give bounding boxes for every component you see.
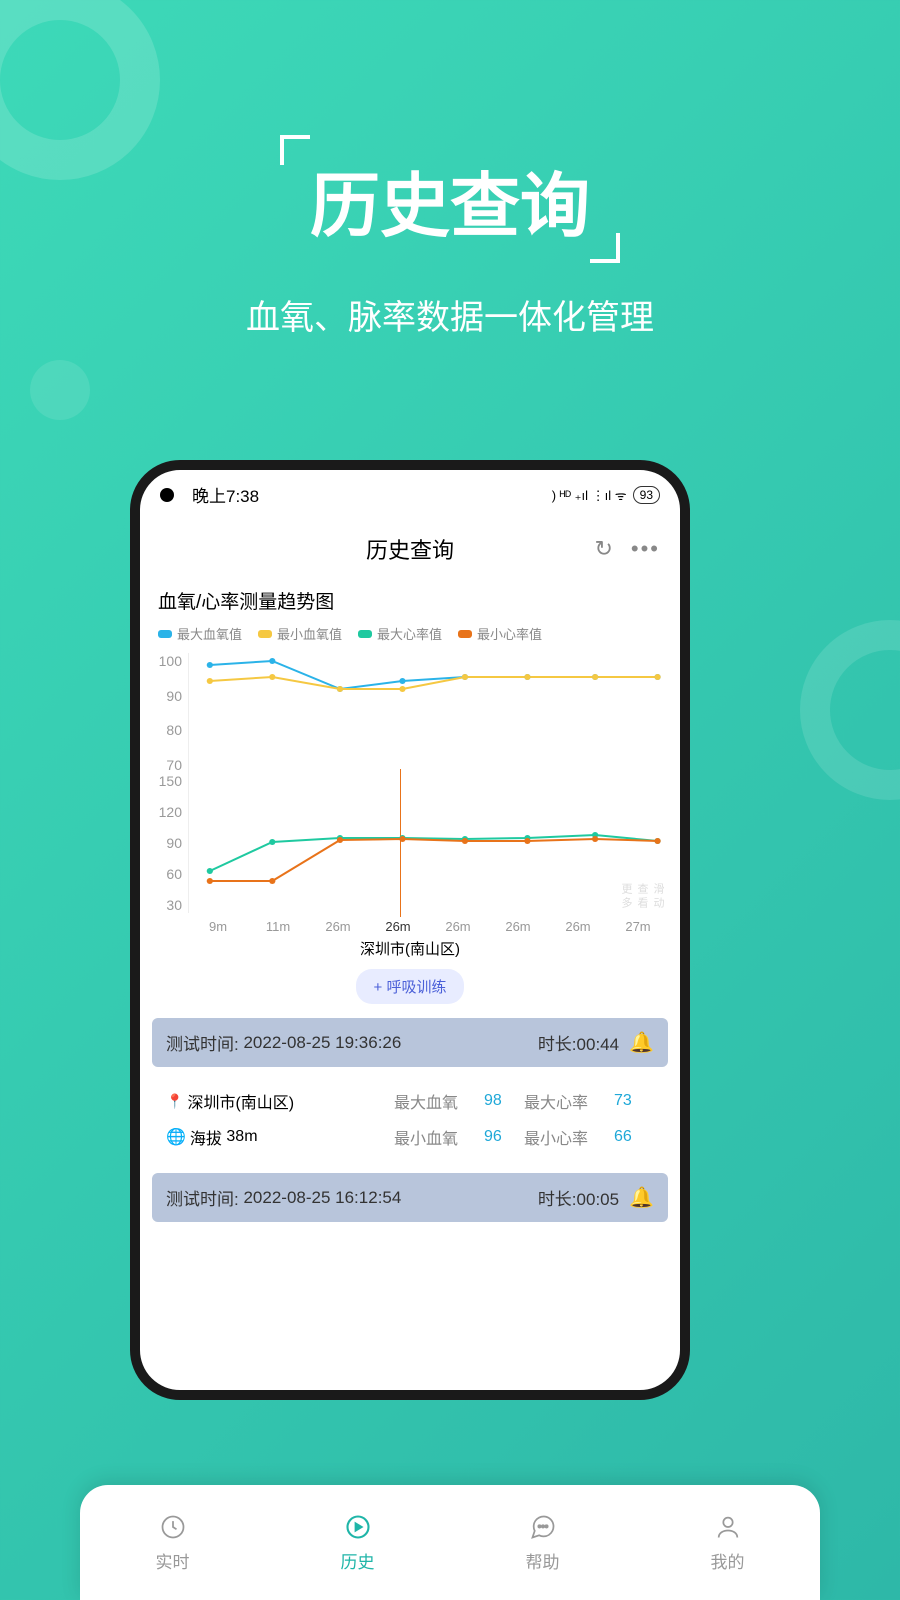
history-icon — [344, 1512, 372, 1542]
background-decoration — [800, 620, 900, 800]
tab-history[interactable]: 历史 — [265, 1485, 450, 1600]
bell-icon: 🔔 — [629, 1185, 654, 1210]
clock-icon — [159, 1512, 187, 1542]
hero-title-wrap: 历史查询 — [0, 150, 900, 251]
signal-icon: ) ᴴᴰ ₊ıl ⋮ıl ᯤ — [552, 486, 627, 504]
background-decoration — [30, 360, 90, 420]
x-axis: 9m 11m 26m 26m 26m 26m 26m 27m — [152, 919, 668, 934]
camera-dot — [160, 488, 174, 502]
share-icon[interactable]: ↻ — [594, 536, 612, 562]
altitude-icon: 🌐 — [166, 1127, 186, 1147]
heartrate-chart[interactable] — [188, 773, 668, 913]
chat-icon — [529, 1512, 557, 1542]
chart-card: 血氧/心率测量趋势图 最大血氧值 最小血氧值 最大心率值 最小心率值 10090… — [140, 583, 680, 1004]
history-detail: 📍 深圳市(南山区) 最大血氧 98 最大心率 73 🌐 海拔 38m 最小血氧… — [152, 1073, 668, 1165]
chart-title: 血氧/心率测量趋势图 — [152, 583, 668, 624]
tab-bar: 实时 历史 帮助 我的 — [80, 1485, 820, 1600]
status-icons: ) ᴴᴰ ₊ıl ⋮ıl ᯤ 93 — [552, 486, 660, 504]
bell-icon: 🔔 — [629, 1030, 654, 1055]
battery-icon: 93 — [633, 486, 660, 504]
tab-profile[interactable]: 我的 — [635, 1485, 820, 1600]
tab-realtime[interactable]: 实时 — [80, 1485, 265, 1600]
chart-legend: 最大血氧值 最小血氧值 最大心率值 最小心率值 — [152, 624, 668, 653]
status-bar: 晚上7:38 ) ᴴᴰ ₊ıl ⋮ıl ᯤ 93 — [140, 470, 680, 515]
hero-subtitle: 血氧、脉率数据一体化管理 — [0, 290, 900, 339]
phone-frame: 晚上7:38 ) ᴴᴰ ₊ıl ⋮ıl ᯤ 93 历史查询 ↻ ••• 血氧/心… — [130, 460, 690, 1400]
tab-help[interactable]: 帮助 — [450, 1485, 635, 1600]
app-header: 历史查询 ↻ ••• — [140, 515, 680, 583]
hero-title: 历史查询 — [310, 150, 590, 251]
breathing-training-button[interactable]: + 呼吸训练 — [356, 969, 465, 1004]
more-icon[interactable]: ••• — [631, 536, 660, 562]
status-time: 晚上7:38 — [174, 482, 552, 507]
history-header[interactable]: 测试时间: 2022-08-25 16:12:54 时长:00:05 🔔 — [152, 1173, 668, 1222]
chart-location: 深圳市(南山区) — [152, 938, 668, 959]
user-icon — [714, 1512, 742, 1542]
location-pin-icon: 📍 — [166, 1093, 183, 1110]
history-header[interactable]: 测试时间: 2022-08-25 19:36:26 时长:00:44 🔔 — [152, 1018, 668, 1067]
oxygen-chart[interactable] — [188, 653, 668, 773]
page-title: 历史查询 — [366, 533, 454, 565]
